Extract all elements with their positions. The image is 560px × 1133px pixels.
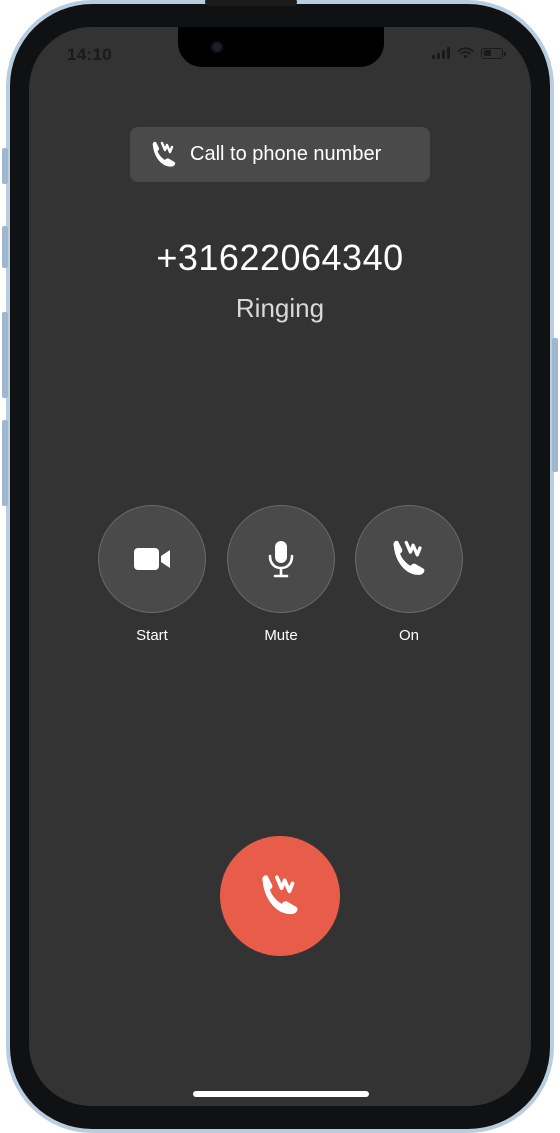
video-camera-icon: [134, 548, 170, 570]
call-type-label: Call to phone number: [190, 143, 382, 165]
mute-button[interactable]: [227, 505, 335, 613]
phone-handset-icon: [262, 875, 298, 915]
wifi-icon: [457, 47, 474, 59]
volume-down-button-2: [2, 420, 8, 506]
call-controls: Start Mute On: [98, 505, 464, 645]
call-status: Ringing: [235, 293, 325, 323]
status-time: 14:10: [67, 45, 112, 64]
speaker-control: On: [355, 505, 463, 644]
call-type-banner: Call to phone number: [130, 127, 430, 182]
hang-up-button[interactable]: [220, 836, 340, 956]
home-indicator[interactable]: [193, 1091, 369, 1097]
front-camera-icon: [211, 41, 223, 53]
volume-down-button: [2, 312, 8, 398]
mute-label: Mute: [264, 627, 298, 644]
speaker-on-label: On: [398, 627, 419, 644]
phone-screen: 14:10 Call to phone number +31622064340 …: [29, 27, 531, 1106]
microphone-icon: [268, 541, 294, 578]
phone-handset-icon: [152, 141, 176, 167]
phone-handset-icon: [393, 540, 425, 575]
start-video-label: Start: [136, 627, 168, 644]
phone-number: +31622064340: [156, 237, 404, 278]
speaker-on-button[interactable]: [355, 505, 463, 613]
side-button: [2, 148, 8, 184]
status-icons: [432, 47, 506, 59]
start-video-button[interactable]: [98, 505, 206, 613]
earpiece-speaker: [205, 0, 297, 6]
notch: [178, 27, 384, 67]
power-button: [552, 338, 558, 472]
battery-icon: [481, 47, 506, 59]
video-control: Start: [98, 505, 206, 644]
volume-up-button: [2, 226, 8, 268]
cellular-signal-icon: [432, 47, 450, 59]
mute-control: Mute: [227, 505, 335, 644]
